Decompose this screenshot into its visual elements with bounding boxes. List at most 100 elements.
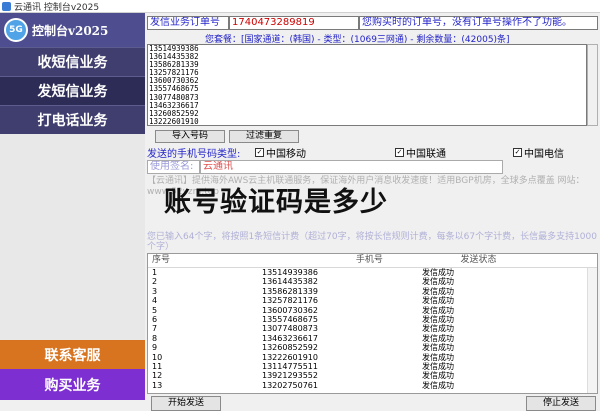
row-phone: 13557468675 bbox=[262, 314, 318, 324]
row-index: 10 bbox=[152, 352, 163, 362]
row-phone: 13921293552 bbox=[262, 371, 318, 381]
checkbox-icon[interactable]: ✓ bbox=[513, 147, 522, 157]
phone-list-item: 13514939386 bbox=[149, 44, 199, 53]
phone-list-item: 13077480873 bbox=[149, 92, 199, 102]
import-numbers-button[interactable]: 导入号码 bbox=[155, 130, 225, 143]
row-phone: 13202750761 bbox=[262, 380, 318, 390]
signature-label: 使用签名: bbox=[147, 160, 200, 174]
row-index: 1 bbox=[152, 268, 158, 277]
table-row: 4 13257821176 发信成功 bbox=[148, 296, 597, 305]
charge-notice: 您已输入64个字，将按照1条短信计费（超过70字，将按长信规则计费，每条以67个… bbox=[147, 232, 597, 252]
phone-list-item: 13586281339 bbox=[149, 60, 199, 70]
app-icon bbox=[2, 1, 11, 11]
stop-send-button[interactable]: 停止发送 bbox=[526, 396, 596, 411]
table-row: 12 13921293552 发信成功 bbox=[148, 371, 597, 380]
table-row: 9 13260852592 发信成功 bbox=[148, 343, 597, 352]
row-index: 9 bbox=[152, 343, 158, 353]
contact-support-button[interactable]: 联系客服 bbox=[0, 340, 145, 369]
row-status: 发信成功 bbox=[422, 324, 454, 334]
phone-list-item: 13614435382 bbox=[149, 52, 199, 62]
row-status: 发信成功 bbox=[422, 371, 454, 381]
col-phone-header: 手机号 bbox=[355, 255, 383, 265]
row-index: 12 bbox=[152, 371, 163, 381]
table-row: 3 13586281339 发信成功 bbox=[148, 287, 597, 296]
table-row: 1 13514939386 发信成功 bbox=[148, 268, 597, 277]
signature-input[interactable]: 云通讯 bbox=[200, 160, 503, 174]
row-phone: 13257821176 bbox=[262, 296, 318, 306]
row-status: 发信成功 bbox=[422, 296, 454, 306]
table-header: 序号 手机号 发送状态 bbox=[148, 254, 597, 268]
phone-list-scrollbar[interactable] bbox=[587, 44, 598, 126]
row-phone: 13077480873 bbox=[262, 324, 318, 334]
row-status: 发信成功 bbox=[422, 286, 454, 296]
nav-phone-call[interactable]: 打电话业务 bbox=[0, 105, 145, 134]
row-phone: 13586281339 bbox=[262, 286, 318, 296]
checkbox-icon[interactable]: ✓ bbox=[255, 147, 264, 157]
col-index-header: 序号 bbox=[152, 255, 171, 265]
table-row: 8 13463236617 发信成功 bbox=[148, 334, 597, 343]
row-status: 发信成功 bbox=[422, 352, 454, 362]
table-row: 6 13557468675 发信成功 bbox=[148, 315, 597, 324]
carrier-option-unicom[interactable]: ✓ 中国联通 bbox=[377, 145, 499, 160]
logo-text: 控制台v2025 bbox=[32, 23, 109, 38]
start-send-button[interactable]: 开始发送 bbox=[151, 396, 221, 411]
send-status-table: 序号 手机号 发送状态 1 13514939386 发信成功 2 13614435382… bbox=[147, 253, 598, 394]
title-bar: 云通讯 控制台v2025 bbox=[0, 0, 600, 13]
phone-list-item: 13600730362 bbox=[149, 76, 199, 86]
phone-number-list[interactable]: 13514939386 13614435382 13586281339 1325782… bbox=[147, 44, 587, 126]
carrier-option-telecom[interactable]: ✓ 中国电信 bbox=[499, 145, 564, 160]
row-status: 发信成功 bbox=[422, 380, 454, 390]
checkbox-icon[interactable]: ✓ bbox=[395, 147, 404, 157]
row-index: 2 bbox=[152, 277, 158, 287]
carrier-option-mobile[interactable]: ✓ 中国移动 bbox=[255, 145, 377, 160]
table-row: 2 13614435382 发信成功 bbox=[148, 277, 597, 286]
table-row: 10 13222601910 发信成功 bbox=[148, 353, 597, 362]
table-row: 13 13202750761 发信成功 bbox=[148, 381, 597, 390]
row-phone: 13114775511 bbox=[262, 361, 318, 371]
row-status: 发信成功 bbox=[422, 361, 454, 371]
order-input[interactable]: 1740473289819 bbox=[229, 16, 359, 30]
row-phone: 13222601910 bbox=[262, 352, 318, 362]
col-status-header: 发送状态 bbox=[460, 255, 497, 265]
phone-list-item: 13557468675 bbox=[149, 84, 199, 94]
phone-list-item: 13260852592 bbox=[149, 108, 199, 118]
row-status: 发信成功 bbox=[422, 314, 454, 324]
logo: 5G 控制台v2025 bbox=[0, 13, 145, 47]
table-row: 11 13114775511 发信成功 bbox=[148, 362, 597, 371]
window-title: 云通讯 控制台v2025 bbox=[14, 2, 100, 13]
row-status: 发信成功 bbox=[422, 277, 454, 287]
dedupe-button[interactable]: 过滤重复 bbox=[229, 130, 299, 143]
nav-send-sms[interactable]: 发短信业务 bbox=[0, 76, 145, 105]
buy-service-button[interactable]: 购买业务 bbox=[0, 369, 145, 400]
headline-caption: 账号验证码是多少 bbox=[164, 187, 388, 218]
row-phone: 13260852592 bbox=[262, 343, 318, 353]
phone-list-item: 13257821176 bbox=[149, 68, 199, 78]
row-index: 8 bbox=[152, 333, 158, 343]
row-status: 发信成功 bbox=[422, 333, 454, 343]
row-phone: 13514939386 bbox=[262, 268, 318, 277]
carrier-label: 发送的手机号码类型: bbox=[147, 148, 241, 160]
order-hint: 您购买时的订单号，没有订单号操作不了功能。 bbox=[359, 16, 598, 30]
row-index: 11 bbox=[152, 361, 163, 371]
row-phone: 13463236617 bbox=[262, 333, 318, 343]
row-phone: 13600730362 bbox=[262, 305, 318, 315]
phone-list-item: 13463236617 bbox=[149, 100, 199, 110]
row-status: 发信成功 bbox=[422, 268, 454, 277]
nav-receive-sms[interactable]: 收短信业务 bbox=[0, 47, 145, 76]
row-index: 4 bbox=[152, 296, 158, 306]
row-index: 3 bbox=[152, 286, 158, 296]
row-index: 7 bbox=[152, 324, 158, 334]
table-row: 5 13600730362 发信成功 bbox=[148, 306, 597, 315]
5g-logo-icon: 5G bbox=[4, 18, 28, 42]
row-index: 5 bbox=[152, 305, 158, 315]
row-index: 6 bbox=[152, 314, 158, 324]
carrier-row: 发送的手机号码类型: ✓ 中国移动 ✓ 中国联通 ✓ 中国电信 bbox=[147, 145, 598, 160]
row-phone: 13614435382 bbox=[262, 277, 318, 287]
row-index: 13 bbox=[152, 380, 163, 390]
table-row: 7 13077480873 发信成功 bbox=[148, 324, 597, 333]
table-scrollbar[interactable] bbox=[587, 268, 597, 393]
phone-list-item: 13222601910 bbox=[149, 116, 199, 126]
order-label: 发信业务订单号 bbox=[147, 16, 229, 30]
table-body: 1 13514939386 发信成功 2 13614435382 发信成功 3 1358628… bbox=[148, 268, 597, 390]
row-status: 发信成功 bbox=[422, 343, 454, 353]
